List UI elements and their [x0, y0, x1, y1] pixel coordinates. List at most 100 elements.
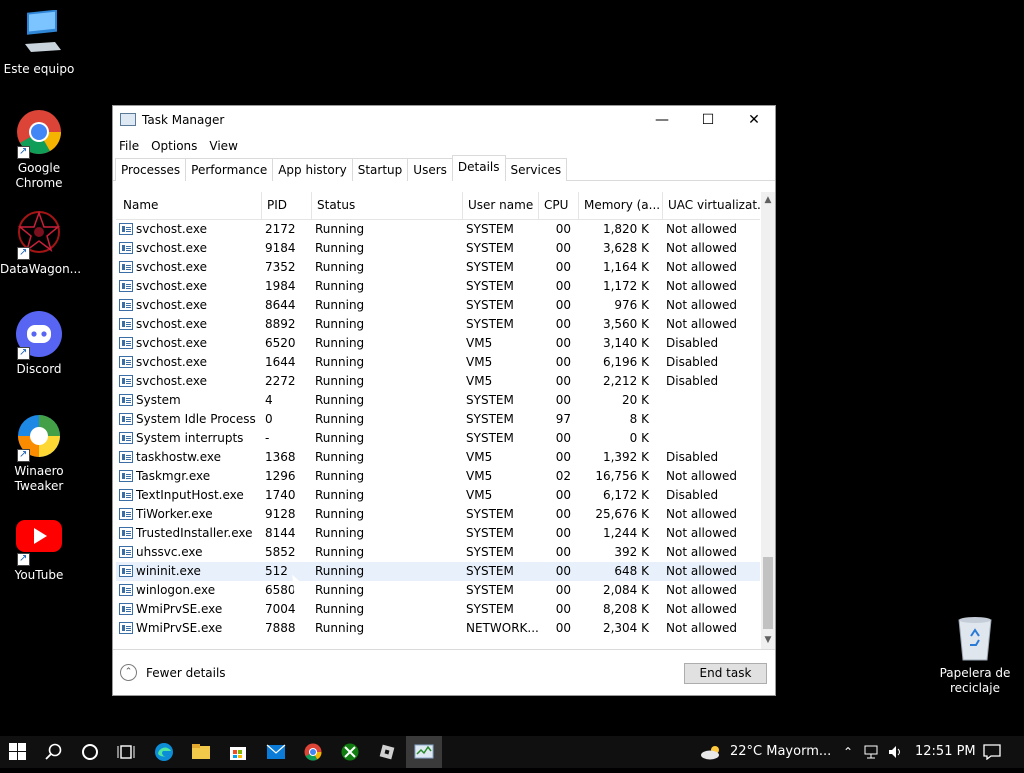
table-row[interactable]: winlogon.exe 6580 Running SYSTEM 00 2,084 K No…	[116, 581, 760, 600]
network-icon[interactable]	[864, 736, 882, 768]
process-user: SYSTEM	[466, 564, 514, 578]
desktop-icon-recycle-bin[interactable]: Papelera de reciclaje	[934, 614, 1016, 696]
roblox-icon[interactable]	[369, 736, 405, 768]
winaero-icon	[15, 412, 63, 462]
tab-details[interactable]: Details	[451, 155, 506, 181]
tab-processes[interactable]: Processes	[115, 158, 187, 181]
table-row[interactable]: wininit.exe 512 Running SYSTEM 00 648 K Not al…	[116, 562, 760, 581]
search-icon[interactable]	[36, 736, 72, 768]
chrome-taskbar-icon[interactable]	[295, 736, 331, 768]
table-row[interactable]: svchost.exe 9184 Running SYSTEM 00 3,628 K Not…	[116, 239, 760, 258]
column-header-memory[interactable]: Memory (a...	[579, 192, 663, 219]
table-row[interactable]: svchost.exe 8892 Running SYSTEM 00 3,560 K Not…	[116, 315, 760, 334]
process-status: Running	[315, 241, 365, 255]
process-user: SYSTEM	[466, 279, 514, 293]
desktop-icon-datawagon[interactable]: DataWagon...	[0, 210, 81, 277]
process-uac: Not allowed	[666, 298, 738, 312]
table-row[interactable]: svchost.exe 8644 Running SYSTEM 00 976 K Not a…	[116, 296, 760, 315]
process-memory: 6,196 K	[602, 355, 649, 369]
volume-icon[interactable]	[888, 736, 904, 768]
process-uac: Not allowed	[666, 564, 738, 578]
table-row[interactable]: svchost.exe 1984 Running SYSTEM 00 1,172 K Not…	[116, 277, 760, 296]
column-header-name[interactable]: Name	[118, 192, 262, 219]
windows-logo-icon	[9, 743, 26, 760]
column-header-uac[interactable]: UAC virtualizat...	[663, 192, 760, 219]
show-hidden-icons-icon[interactable]: ⌃	[843, 736, 853, 768]
table-row[interactable]: svchost.exe 2272 Running VM5 00 2,212 K Disabl…	[116, 372, 760, 391]
close-button[interactable]: ✕	[731, 106, 777, 136]
table-row[interactable]: svchost.exe 2172 Running SYSTEM 00 1,820 K Not…	[116, 220, 760, 239]
desktop-icon-discord[interactable]: Discord	[0, 310, 78, 377]
desktop-icon-este-equipo[interactable]: Este equipo	[0, 9, 78, 77]
menu-file[interactable]: File	[113, 136, 145, 156]
column-header-pid[interactable]: PID	[262, 192, 312, 219]
tab-services[interactable]: Services	[504, 158, 568, 181]
process-memory: 648 K	[614, 564, 649, 578]
tab-app-history[interactable]: App history	[272, 158, 353, 181]
process-uac: Disabled	[666, 450, 719, 464]
desktop-icon-label: Papelera de	[939, 666, 1011, 680]
maximize-button[interactable]: ☐	[685, 106, 731, 136]
process-memory: 16,756 K	[595, 469, 649, 483]
task-manager-taskbar-icon[interactable]	[406, 736, 442, 768]
tab-users[interactable]: Users	[407, 158, 453, 181]
weather-text[interactable]: 22°C Mayorm...	[730, 736, 831, 768]
vertical-scrollbar[interactable]: ▲ ▼	[761, 192, 775, 649]
table-row[interactable]: svchost.exe 7352 Running SYSTEM 00 1,164 K Not…	[116, 258, 760, 277]
process-icon	[119, 432, 133, 444]
process-user: VM5	[466, 355, 493, 369]
task-manager-window: Task Manager — ☐ ✕ File Options View Proce…	[112, 105, 776, 696]
process-user: SYSTEM	[466, 222, 514, 236]
clock[interactable]: 12:51 PM	[915, 736, 976, 768]
shortcut-arrow-icon	[17, 144, 30, 159]
end-task-button[interactable]: End task	[684, 663, 767, 684]
column-header-user-name[interactable]: User name	[463, 192, 539, 219]
xbox-icon[interactable]	[332, 736, 368, 768]
process-cpu: 97	[555, 412, 571, 426]
menu-view[interactable]: View	[203, 136, 243, 156]
process-name-text: svchost.exe	[136, 260, 207, 274]
minimize-button[interactable]: —	[639, 106, 685, 136]
table-row[interactable]: WmiPrvSE.exe 7004 Running SYSTEM 00 8,208 K No…	[116, 600, 760, 619]
discord-icon	[15, 310, 63, 360]
process-uac: Disabled	[666, 336, 719, 350]
edge-icon[interactable]	[146, 736, 182, 768]
menu-options[interactable]: Options	[145, 136, 203, 156]
column-header-status[interactable]: Status	[312, 192, 463, 219]
column-header-cpu[interactable]: CPU	[539, 192, 579, 219]
table-row[interactable]: TiWorker.exe 9128 Running SYSTEM 00 25,676 K N…	[116, 505, 760, 524]
table-row[interactable]: TrustedInstaller.exe 8144 Running SYSTEM 00 1…	[116, 524, 760, 543]
desktop-icon-youtube[interactable]: YouTube	[0, 516, 78, 583]
process-cpu: 00	[555, 526, 571, 540]
table-row[interactable]: taskhostw.exe 1368 Running VM5 00 1,392 K Disa…	[116, 448, 760, 467]
table-row[interactable]: TextInputHost.exe 1740 Running VM5 00 6,172 K…	[116, 486, 760, 505]
table-row[interactable]: System interrupts - Running SYSTEM 00 0 K	[116, 429, 760, 448]
scroll-thumb[interactable]	[763, 557, 773, 629]
file-explorer-icon[interactable]	[183, 736, 219, 768]
title-bar[interactable]: Task Manager — ☐ ✕	[113, 106, 775, 136]
task-view-icon[interactable]	[108, 736, 144, 768]
table-row[interactable]: System 4 Running SYSTEM 00 20 K	[116, 391, 760, 410]
process-icon	[119, 622, 133, 634]
desktop-icon-google-chrome[interactable]: Google Chrome	[0, 109, 78, 191]
tab-startup[interactable]: Startup	[351, 158, 409, 181]
table-row[interactable]: svchost.exe 6520 Running VM5 00 3,140 K Disabl…	[116, 334, 760, 353]
tab-performance[interactable]: Performance	[185, 158, 274, 181]
scroll-down-icon[interactable]: ▼	[761, 632, 775, 649]
weather-cloud-icon[interactable]	[700, 736, 722, 768]
mail-icon[interactable]	[258, 736, 294, 768]
notifications-icon[interactable]	[983, 736, 1001, 768]
store-icon[interactable]	[220, 736, 256, 768]
scroll-up-icon[interactable]: ▲	[761, 192, 775, 209]
chrome-icon	[15, 109, 63, 159]
desktop-icon-winaero-tweaker[interactable]: Winaero Tweaker	[0, 412, 78, 494]
start-button[interactable]	[0, 736, 36, 768]
table-row[interactable]: svchost.exe 1644 Running VM5 00 6,196 K Disabl…	[116, 353, 760, 372]
table-row[interactable]: uhssvc.exe 5852 Running SYSTEM 00 392 K Not al…	[116, 543, 760, 562]
process-name: WmiPrvSE.exe	[118, 600, 256, 619]
table-row[interactable]: Taskmgr.exe 1296 Running VM5 02 16,756 K Not a…	[116, 467, 760, 486]
table-row[interactable]: System Idle Process 0 Running SYSTEM 97 8 K	[116, 410, 760, 429]
process-cpu: 00	[555, 564, 571, 578]
table-row[interactable]: WmiPrvSE.exe 7888 Running NETWORK... 00 2,304…	[116, 619, 760, 638]
cortana-icon[interactable]	[72, 736, 108, 768]
